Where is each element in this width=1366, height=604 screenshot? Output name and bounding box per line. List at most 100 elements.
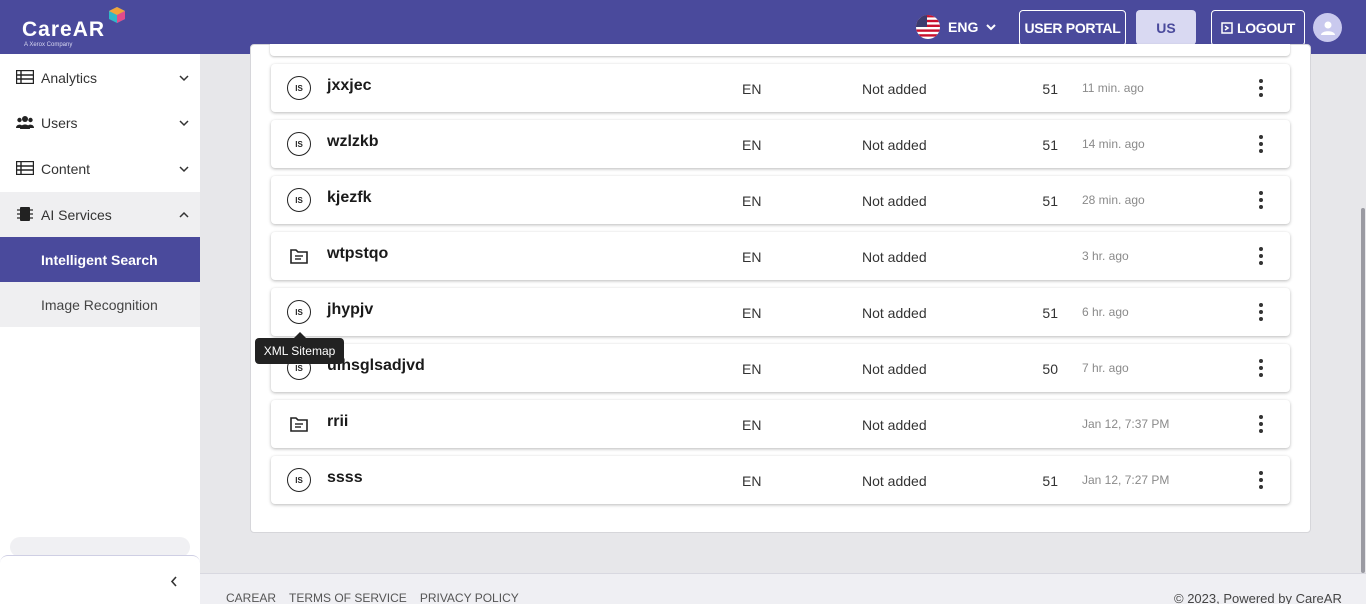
row-time: 28 min. ago [1082,193,1145,207]
table-row-partial [270,44,1290,56]
sidebar-subitem-image-recognition[interactable]: Image Recognition [0,282,200,327]
more-options-icon[interactable] [1257,358,1265,378]
more-options-icon[interactable] [1257,78,1265,98]
sidebar-item-analytics[interactable]: Analytics [0,55,200,100]
is-badge: IS [287,188,311,212]
is-badge: IS [287,76,311,100]
row-time: Jan 12, 7:37 PM [1082,417,1170,431]
row-status: Not added [862,417,927,433]
row-time: 3 hr. ago [1082,249,1129,263]
table-row[interactable]: IS wzlzkb EN Not added 51 14 min. ago [271,120,1290,168]
row-name[interactable]: wzlzkb [327,133,379,151]
sidebar-item-users[interactable]: Users [0,100,200,145]
row-status: Not added [862,81,927,97]
chevron-down-icon [179,120,189,127]
carear-logo[interactable]: CareAR A Xerox Company [22,7,132,50]
row-count: 51 [1042,137,1058,153]
logout-icon [1221,22,1233,34]
row-name[interactable]: ssss [327,469,363,487]
avatar[interactable] [1313,13,1342,42]
chevron-up-icon [179,211,189,218]
user-portal-button[interactable]: USER PORTAL [1019,10,1126,46]
intelligent-search-badge-icon[interactable]: IS [287,188,311,212]
footer-link-privacy[interactable]: PRIVACY POLICY [420,591,519,604]
row-name[interactable]: rrii [327,413,348,431]
row-language: EN [742,473,762,489]
document-icon[interactable] [287,412,311,436]
is-badge: IS [287,300,311,324]
row-status: Not added [862,137,927,153]
table-row[interactable]: IS uihsglsadjvd EN Not added 50 7 hr. ag… [271,344,1290,392]
row-time: 6 hr. ago [1082,305,1129,319]
sidebar-subitem-label: Intelligent Search [41,251,158,268]
row-count: 51 [1042,473,1058,489]
users-icon [16,116,34,129]
sidebar-item-ai-services[interactable]: AI Services [0,192,200,237]
is-badge: IS [287,132,311,156]
footer: CAREAR TERMS OF SERVICE PRIVACY POLICY ©… [200,573,1366,604]
footer-link-terms[interactable]: TERMS OF SERVICE [289,591,407,604]
row-language: EN [742,417,762,433]
sidebar: Analytics Users Content AI Services Inte… [0,54,200,604]
table-row[interactable]: IS jhypjv EN Not added 51 6 hr. ago [271,288,1290,336]
row-status: Not added [862,361,927,377]
table-icon [16,70,34,84]
sidebar-subitem-intelligent-search[interactable]: Intelligent Search [0,237,200,282]
sidebar-item-label: Content [41,160,91,177]
sidebar-item-label: Users [41,114,78,131]
document-icon[interactable] [287,244,311,268]
region-button[interactable]: US [1136,10,1196,45]
chevron-left-icon[interactable] [170,576,178,587]
more-options-icon[interactable] [1257,190,1265,210]
logo-subtitle: A Xerox Company [24,42,73,48]
row-status: Not added [862,305,927,321]
row-name[interactable]: jxxjec [327,77,371,95]
sidebar-collapse-bar[interactable] [0,555,200,604]
row-time: 7 hr. ago [1082,361,1129,375]
more-options-icon[interactable] [1257,134,1265,154]
sidebar-item-label: AI Services [41,206,112,223]
chevron-down-icon [986,24,997,31]
table-row[interactable]: IS kjezfk EN Not added 51 28 min. ago [271,176,1290,224]
more-options-icon[interactable] [1257,246,1265,266]
row-status: Not added [862,193,927,209]
intelligent-search-badge-icon[interactable]: IS [287,468,311,492]
footer-link-carear[interactable]: CAREAR [226,591,276,604]
row-status: Not added [862,249,927,265]
sidebar-subitem-label: Image Recognition [41,296,158,313]
row-status: Not added [862,473,927,489]
row-name[interactable]: wtpstqo [327,245,388,263]
intelligent-search-badge-icon[interactable]: IS [287,132,311,156]
row-count: 50 [1042,361,1058,377]
footer-links: CAREAR TERMS OF SERVICE PRIVACY POLICY [226,591,519,604]
logo-text: CareAR [22,18,106,41]
sidebar-item-content[interactable]: Content [0,146,200,191]
is-badge: IS [287,468,311,492]
row-language: EN [742,193,762,209]
chevron-down-icon [179,166,189,173]
language-selector[interactable]: ENG [916,13,997,41]
more-options-icon[interactable] [1257,470,1265,490]
logout-button[interactable]: LOGOUT [1211,10,1305,46]
table-icon [16,161,34,175]
intelligent-search-badge-icon[interactable]: IS [287,76,311,100]
row-language: EN [742,305,762,321]
table-row[interactable]: rrii EN Not added Jan 12, 7:37 PM [271,400,1290,448]
sidebar-footer-pill [10,537,190,557]
row-count: 51 [1042,81,1058,97]
footer-copyright: © 2023, Powered by CareAR [1174,591,1342,604]
row-time: 11 min. ago [1082,81,1144,95]
row-language: EN [742,249,762,265]
more-options-icon[interactable] [1257,302,1265,322]
user-icon [1320,21,1335,35]
table-row[interactable]: IS ssss EN Not added 51 Jan 12, 7:27 PM [271,456,1290,504]
row-name[interactable]: jhypjv [327,301,373,319]
intelligent-search-badge-icon[interactable]: IS [287,300,311,324]
more-options-icon[interactable] [1257,414,1265,434]
row-name[interactable]: kjezfk [327,189,371,207]
us-flag-icon [916,15,940,39]
table-row[interactable]: wtpstqo EN Not added 3 hr. ago [271,232,1290,280]
scrollbar-thumb[interactable] [1361,208,1365,573]
row-time: 14 min. ago [1082,137,1145,151]
table-row[interactable]: IS jxxjec EN Not added 51 11 min. ago [271,64,1290,112]
